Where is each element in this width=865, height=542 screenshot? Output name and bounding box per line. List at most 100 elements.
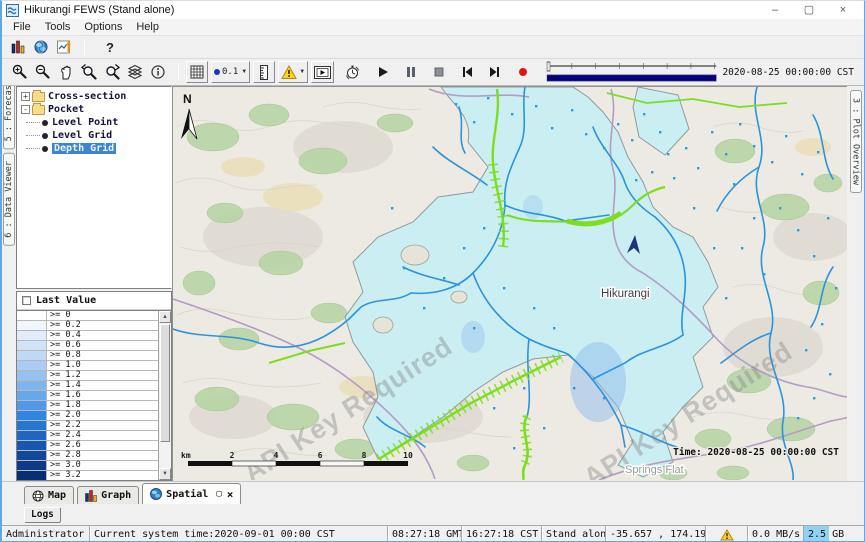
legend-row[interactable]: >= 3.0 bbox=[17, 461, 158, 471]
maximize-button[interactable]: ▢ bbox=[792, 2, 826, 18]
last-value-label: Last Value bbox=[36, 295, 96, 306]
last-value-row: Last Value bbox=[17, 292, 171, 310]
toolbar-separator bbox=[84, 39, 85, 55]
expand-icon[interactable]: + bbox=[21, 92, 30, 101]
legend-label: >= 2.0 bbox=[47, 411, 158, 420]
legend-row[interactable]: >= 1.4 bbox=[17, 381, 158, 391]
legend-row[interactable]: >= 3.2 bbox=[17, 471, 158, 480]
grid-display-button[interactable] bbox=[186, 61, 208, 83]
close-button[interactable]: × bbox=[826, 2, 860, 18]
legend-row[interactable]: >= 1.8 bbox=[17, 401, 158, 411]
bar-chart-icon bbox=[85, 490, 97, 502]
legend-row[interactable]: >= 0 bbox=[17, 311, 158, 321]
menu-options[interactable]: Options bbox=[77, 20, 129, 34]
tab-close-icon[interactable]: × bbox=[227, 488, 234, 501]
help-icon[interactable]: ? bbox=[106, 40, 114, 55]
place-label: Springs Flat bbox=[625, 464, 684, 476]
tree-branch bbox=[26, 122, 40, 123]
window-title: Hikurangi FEWS (Stand alone) bbox=[24, 4, 174, 16]
legend-swatch bbox=[17, 461, 47, 470]
scale-ruler-button[interactable] bbox=[253, 61, 275, 83]
chevron-down-icon: ▼ bbox=[299, 69, 305, 75]
svg-text:4: 4 bbox=[274, 451, 279, 460]
warning-threshold-dropdown[interactable]: ▼ bbox=[278, 61, 308, 83]
tree-item-pocket[interactable]: -Pocket bbox=[17, 103, 171, 116]
pan-hand-icon[interactable] bbox=[56, 63, 76, 81]
timeseries-display-icon[interactable] bbox=[54, 38, 74, 56]
warning-icon bbox=[720, 529, 734, 541]
legend-scrollbar[interactable]: ▲ ▼ bbox=[158, 311, 171, 480]
zoom-out-icon[interactable] bbox=[33, 63, 53, 81]
legend-table: >= 0>= 0.2>= 0.4>= 0.6>= 0.8>= 1.0>= 1.2… bbox=[17, 311, 158, 480]
record-button[interactable] bbox=[513, 63, 533, 81]
play-button[interactable] bbox=[373, 63, 393, 81]
svg-text:N: N bbox=[183, 92, 192, 106]
zoom-previous-icon[interactable] bbox=[79, 63, 99, 81]
tree-item-label: Depth Grid bbox=[52, 143, 116, 154]
legend-row[interactable]: >= 0.6 bbox=[17, 341, 158, 351]
tab-map[interactable]: Map bbox=[24, 486, 74, 504]
menu-help[interactable]: Help bbox=[129, 20, 166, 34]
legend-row[interactable]: >= 0.2 bbox=[17, 321, 158, 331]
legend-row[interactable]: >= 2.2 bbox=[17, 421, 158, 431]
tab-forecast[interactable]: 5 : Forecast bbox=[3, 86, 15, 149]
legend-label: >= 0.4 bbox=[47, 331, 158, 340]
legend-row[interactable]: >= 2.0 bbox=[17, 411, 158, 421]
grid-threshold-value: 0.1 bbox=[222, 67, 238, 77]
tab-plot-overview[interactable]: 3 : Plot Overview bbox=[850, 90, 862, 193]
skip-to-end-button[interactable] bbox=[484, 63, 504, 81]
legend-swatch bbox=[17, 431, 47, 440]
menu-file[interactable]: File bbox=[6, 20, 38, 34]
timer-settings-icon[interactable] bbox=[342, 63, 362, 81]
status-memory: 2.5 GB bbox=[804, 526, 864, 542]
skip-to-start-button[interactable] bbox=[457, 63, 477, 81]
scrollbar-thumb[interactable] bbox=[160, 324, 170, 442]
scrollbar-track[interactable] bbox=[159, 443, 171, 468]
tab-graph[interactable]: Graph bbox=[77, 486, 139, 504]
time-slider-handle[interactable] bbox=[547, 62, 550, 71]
scroll-down-icon[interactable]: ▼ bbox=[159, 468, 171, 480]
legend-row[interactable]: >= 0.8 bbox=[17, 351, 158, 361]
database-chart-icon[interactable] bbox=[8, 38, 28, 56]
legend-label: >= 1.8 bbox=[47, 401, 158, 410]
scroll-up-icon[interactable]: ▲ bbox=[159, 311, 171, 323]
animation-panel-button[interactable] bbox=[311, 61, 334, 83]
layers-icon[interactable] bbox=[125, 63, 145, 81]
globe-icon[interactable] bbox=[31, 38, 51, 56]
legend-row[interactable]: >= 2.6 bbox=[17, 441, 158, 451]
zoom-in-icon[interactable] bbox=[10, 63, 30, 81]
tree-item-cross-section[interactable]: +Cross-section bbox=[17, 90, 171, 103]
tab-spatial[interactable]: Spatial ▢ × bbox=[142, 483, 241, 504]
main-area: 5 : Forecast 6 : Data Viewer +Cross-sect… bbox=[2, 86, 864, 481]
legend-label: >= 2.2 bbox=[47, 421, 158, 430]
minimize-button[interactable]: – bbox=[758, 2, 792, 18]
bullet-icon bbox=[42, 133, 48, 139]
zoom-next-icon[interactable] bbox=[102, 63, 122, 81]
legend-row[interactable]: >= 1.6 bbox=[17, 391, 158, 401]
application-window: Hikurangi FEWS (Stand alone) – ▢ × File … bbox=[0, 0, 865, 542]
legend-row[interactable]: >= 1.2 bbox=[17, 371, 158, 381]
legend-row[interactable]: >= 1.0 bbox=[17, 361, 158, 371]
map-canvas[interactable]: API Key Required API Key Required N Hiku… bbox=[172, 86, 847, 481]
info-icon[interactable] bbox=[148, 63, 168, 81]
last-value-checkbox[interactable] bbox=[22, 296, 31, 305]
logs-button[interactable]: Logs bbox=[24, 507, 61, 523]
menu-tools[interactable]: Tools bbox=[38, 20, 78, 34]
tab-restore-icon[interactable]: ▢ bbox=[216, 489, 221, 499]
tab-data-viewer[interactable]: 6 : Data Viewer bbox=[3, 153, 15, 246]
stop-button[interactable] bbox=[429, 63, 449, 81]
legend-swatch bbox=[17, 351, 47, 360]
legend-row[interactable]: >= 2.8 bbox=[17, 451, 158, 461]
svg-text:6: 6 bbox=[318, 451, 323, 460]
time-slider[interactable] bbox=[546, 60, 718, 84]
grid-threshold-dropdown[interactable]: 0.1 ▼ bbox=[211, 61, 250, 83]
map-time-label: Time: 2020-08-25 00:00:00 CST bbox=[673, 447, 839, 458]
legend-row[interactable]: >= 2.4 bbox=[17, 431, 158, 441]
tree-item-depth-grid[interactable]: Depth Grid bbox=[17, 142, 171, 155]
legend-row[interactable]: >= 0.4 bbox=[17, 331, 158, 341]
tree-item-level-point[interactable]: Level Point bbox=[17, 116, 171, 129]
timeline-progress-bar[interactable] bbox=[547, 75, 716, 81]
pause-button[interactable] bbox=[401, 63, 421, 81]
collapse-icon[interactable]: - bbox=[21, 105, 30, 114]
tree-item-level-grid[interactable]: Level Grid bbox=[17, 129, 171, 142]
